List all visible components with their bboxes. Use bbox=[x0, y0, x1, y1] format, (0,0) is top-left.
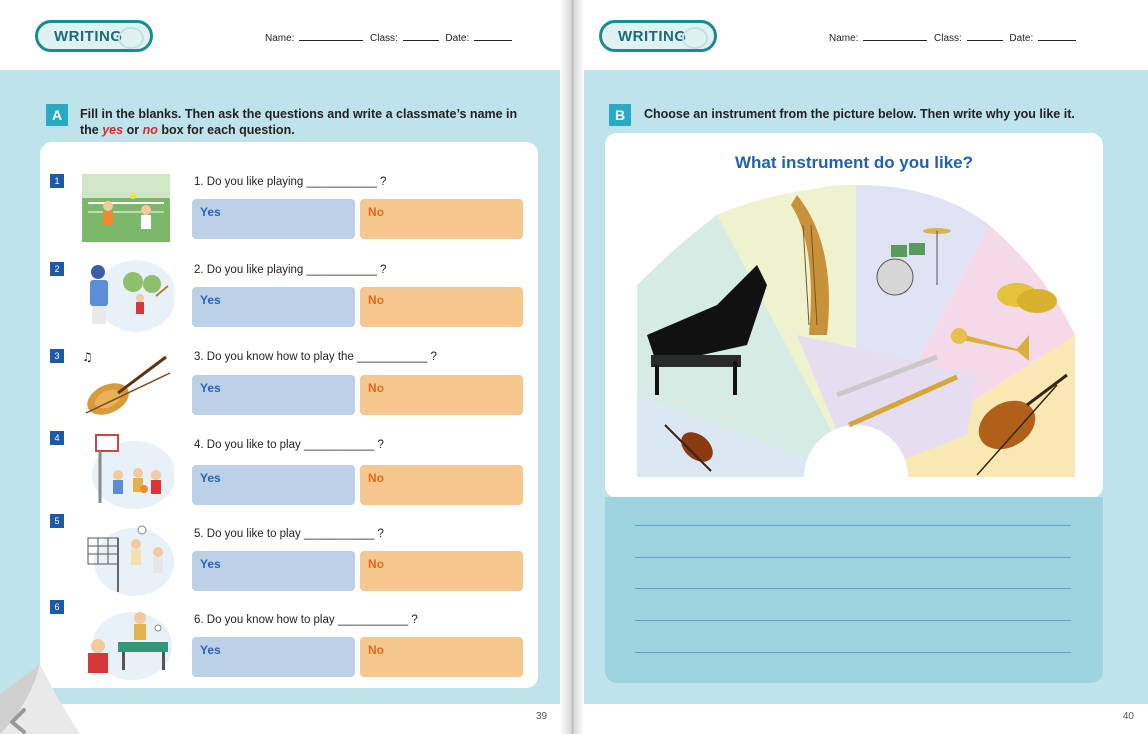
question-row-2: 2 2. Do you like playing ___________ ? Y… bbox=[40, 260, 540, 344]
instruction-or: or bbox=[126, 123, 140, 137]
writing-badge-label: WRITING bbox=[618, 27, 687, 45]
date-label: Date: bbox=[445, 33, 470, 44]
yes-box-2[interactable]: Yes bbox=[192, 287, 355, 327]
question-text-1: 1. Do you like playing ___________ ? bbox=[194, 176, 387, 188]
ping-pong-picture bbox=[78, 606, 174, 680]
writing-badge: WRITING bbox=[35, 20, 153, 52]
no-label: No bbox=[368, 557, 384, 571]
yes-box-5[interactable]: Yes bbox=[192, 551, 355, 591]
swirl-decoration-icon bbox=[682, 27, 708, 49]
answer-line-1[interactable] bbox=[635, 525, 1071, 526]
question-number-2: 2 bbox=[50, 262, 64, 276]
question-row-1: 1 1. Do you like playing ___________ ? Y… bbox=[40, 172, 540, 256]
instruction-the: the bbox=[80, 123, 99, 137]
student-info-line: Name: Class: Date: bbox=[829, 30, 1080, 44]
question-row-3: 3 ♫ 3. Do you know how to play the _____… bbox=[40, 347, 540, 431]
tennis-picture bbox=[78, 172, 174, 244]
class-label: Class: bbox=[370, 33, 398, 44]
question-text-5: 5. Do you like to play ___________ ? bbox=[194, 528, 384, 540]
question-number-5: 5 bbox=[50, 514, 64, 528]
question-number-4: 4 bbox=[50, 431, 64, 445]
no-label: No bbox=[368, 205, 384, 219]
questions-card: 1 1. Do you like playing ___________ ? Y… bbox=[40, 142, 538, 688]
yes-box-6[interactable]: Yes bbox=[192, 637, 355, 677]
no-label: No bbox=[368, 471, 384, 485]
writing-badge-label: WRITING bbox=[54, 27, 123, 45]
question-row-6: 6 6. Do you know how to play ___________… bbox=[40, 600, 540, 692]
right-page: WRITING Name: Class: Date: B Choose an i… bbox=[575, 0, 1148, 734]
no-box-3[interactable]: No bbox=[360, 375, 523, 415]
no-box-5[interactable]: No bbox=[360, 551, 523, 591]
instrument-picture-card: What instrument do you like? bbox=[605, 133, 1103, 498]
no-label: No bbox=[368, 643, 384, 657]
instrument-fan-picture bbox=[637, 185, 1075, 477]
yes-box-1[interactable]: Yes bbox=[192, 199, 355, 239]
class-field[interactable] bbox=[402, 30, 439, 41]
section-b-instruction: Choose an instrument from the picture be… bbox=[644, 107, 1075, 121]
answer-writing-area[interactable] bbox=[605, 497, 1103, 683]
answer-line-3[interactable] bbox=[635, 588, 1071, 589]
name-field[interactable] bbox=[863, 30, 928, 41]
name-label: Name: bbox=[829, 33, 859, 44]
question-number-1: 1 bbox=[50, 174, 64, 188]
no-box-1[interactable]: No bbox=[360, 199, 523, 239]
yes-label: Yes bbox=[200, 557, 221, 571]
baseball-picture bbox=[78, 256, 176, 332]
instruction-yes: yes bbox=[102, 123, 124, 137]
right-header: WRITING Name: Class: Date: bbox=[575, 0, 1148, 70]
question-text-3: 3. Do you know how to play the _________… bbox=[194, 351, 437, 363]
page-number-left: 39 bbox=[536, 711, 548, 722]
question-number-6: 6 bbox=[50, 600, 64, 614]
page-number-right: 40 bbox=[1122, 711, 1134, 722]
section-a-label: A bbox=[46, 104, 68, 126]
class-label: Class: bbox=[934, 33, 962, 44]
name-field[interactable] bbox=[299, 30, 364, 41]
question-row-4: 4 4. Do you like to play ___________ ? Y… bbox=[40, 431, 540, 519]
yes-label: Yes bbox=[200, 205, 221, 219]
section-b-label: B bbox=[609, 104, 631, 126]
violin-picture: ♫ bbox=[78, 347, 174, 419]
yes-box-3[interactable]: Yes bbox=[192, 375, 355, 415]
question-text-6: 6. Do you know how to play ___________ ? bbox=[194, 614, 418, 626]
no-label: No bbox=[368, 381, 384, 395]
book-spine bbox=[560, 0, 584, 734]
swirl-decoration-icon bbox=[118, 27, 144, 49]
date-field[interactable] bbox=[1038, 30, 1077, 41]
instruction-line1: Fill in the blanks. Then ask the questio… bbox=[80, 107, 518, 121]
class-field[interactable] bbox=[966, 30, 1003, 41]
instruction-no: no bbox=[142, 123, 158, 137]
section-a-instruction: Fill in the blanks. Then ask the questio… bbox=[80, 106, 550, 138]
answer-line-2[interactable] bbox=[635, 557, 1071, 558]
yes-box-4[interactable]: Yes bbox=[192, 465, 355, 505]
yes-label: Yes bbox=[200, 643, 221, 657]
left-header: WRITING Name: Class: Date: bbox=[0, 0, 570, 70]
date-field[interactable] bbox=[474, 30, 513, 41]
date-label: Date: bbox=[1009, 33, 1034, 44]
volleyball-picture bbox=[78, 522, 174, 596]
question-text-4: 4. Do you like to play ___________ ? bbox=[194, 439, 384, 451]
no-label: No bbox=[368, 293, 384, 307]
instruction-rest: box for each question. bbox=[161, 123, 295, 137]
page-curl-back-icon[interactable] bbox=[0, 624, 80, 734]
yes-label: Yes bbox=[200, 381, 221, 395]
left-page: WRITING Name: Class: Date: A Fill in the… bbox=[0, 0, 570, 734]
no-box-6[interactable]: No bbox=[360, 637, 523, 677]
writing-badge: WRITING bbox=[599, 20, 717, 52]
name-label: Name: bbox=[265, 33, 295, 44]
question-row-5: 5 5. Do you like to play ___________ ? Y… bbox=[40, 514, 540, 606]
question-text-2: 2. Do you like playing ___________ ? bbox=[194, 264, 387, 276]
student-info-line: Name: Class: Date: bbox=[265, 30, 516, 44]
no-box-2[interactable]: No bbox=[360, 287, 523, 327]
instrument-picture-title: What instrument do you like? bbox=[734, 153, 973, 172]
yes-label: Yes bbox=[200, 471, 221, 485]
svg-text:♫: ♫ bbox=[82, 350, 93, 364]
answer-line-4[interactable] bbox=[635, 620, 1071, 621]
basketball-picture bbox=[78, 431, 176, 509]
answer-line-5[interactable] bbox=[635, 652, 1071, 653]
question-number-3: 3 bbox=[50, 349, 64, 363]
no-box-4[interactable]: No bbox=[360, 465, 523, 505]
yes-label: Yes bbox=[200, 293, 221, 307]
